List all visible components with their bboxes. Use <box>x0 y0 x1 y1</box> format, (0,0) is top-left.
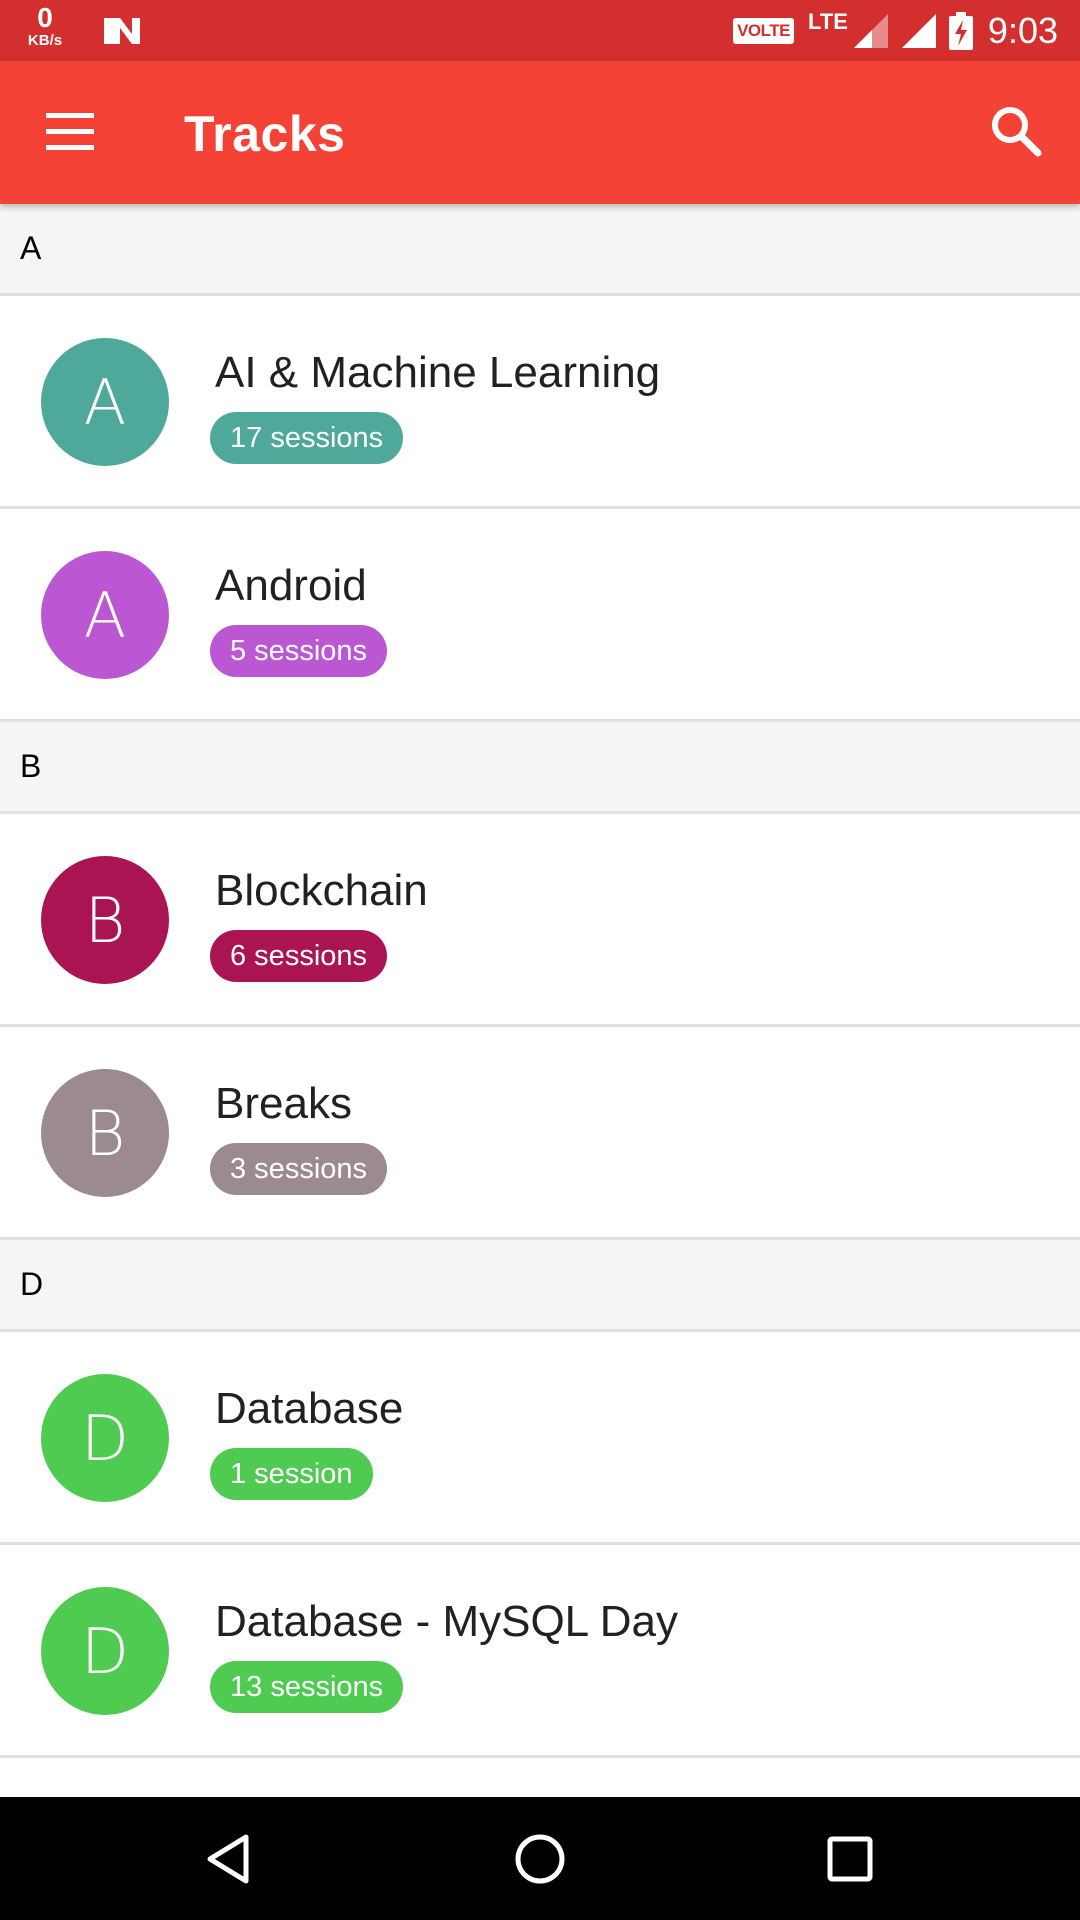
track-avatar: B <box>41 856 169 984</box>
track-avatar: A <box>41 338 169 466</box>
section-letter: B <box>20 748 42 784</box>
hamburger-menu-icon[interactable] <box>40 105 102 161</box>
session-count-badge: 6 sessions <box>210 930 388 982</box>
tracks-screen: 0 KB/s VOLTE LTE 9:03 Tracks A A AI & Ma… <box>0 0 1080 1920</box>
battery-charging-icon <box>948 11 973 50</box>
signal-weak-icon <box>853 13 888 48</box>
section-header-d: D <box>0 1240 1080 1332</box>
track-name: Android <box>215 561 367 610</box>
section-letter: A <box>20 230 42 266</box>
track-row-blockchain[interactable]: B Blockchain 6 sessions <box>0 814 1080 1027</box>
track-name: Database - MySQL Day <box>215 1597 678 1646</box>
network-speed-indicator: 0 KB/s <box>20 2 70 49</box>
signal-strong-icon <box>901 13 936 48</box>
section-header-a: A <box>0 204 1080 296</box>
app-bar: Tracks <box>0 61 1080 204</box>
track-name: Blockchain <box>215 866 428 915</box>
track-avatar: B <box>41 1069 169 1197</box>
back-triangle-icon[interactable] <box>198 1827 262 1891</box>
track-name: Breaks <box>215 1079 352 1128</box>
session-count-badge: 13 sessions <box>210 1661 404 1713</box>
system-nav-bar <box>0 1797 1080 1920</box>
search-icon[interactable] <box>986 101 1046 161</box>
track-avatar: D <box>41 1374 169 1502</box>
session-count-badge: 3 sessions <box>210 1143 388 1195</box>
home-circle-icon[interactable] <box>508 1827 572 1891</box>
recents-square-icon[interactable] <box>818 1827 882 1891</box>
track-row-ai-machine-learning[interactable]: A AI & Machine Learning 17 sessions <box>0 296 1080 509</box>
session-count-badge: 17 sessions <box>210 412 404 464</box>
network-speed-value: 0 <box>37 2 53 33</box>
track-row-android[interactable]: A Android 5 sessions <box>0 509 1080 722</box>
track-avatar: A <box>41 551 169 679</box>
track-name: AI & Machine Learning <box>215 348 661 397</box>
volte-badge: VOLTE <box>733 17 794 44</box>
network-type-label: LTE <box>808 8 848 34</box>
status-bar: 0 KB/s VOLTE LTE 9:03 <box>0 0 1080 61</box>
session-count-badge: 5 sessions <box>210 625 388 677</box>
clock: 9:03 <box>987 9 1058 51</box>
section-header-b: B <box>0 722 1080 814</box>
track-row-database-mysql-day[interactable]: D Database - MySQL Day 13 sessions <box>0 1545 1080 1758</box>
network-speed-unit: KB/s <box>27 32 63 49</box>
track-row-database[interactable]: D Database 1 session <box>0 1332 1080 1545</box>
page-title: Tracks <box>184 106 346 162</box>
track-name: Database <box>215 1384 404 1433</box>
session-count-badge: 1 session <box>210 1448 373 1500</box>
track-list: A A AI & Machine Learning 17 sessions A … <box>0 204 1080 1758</box>
track-row-breaks[interactable]: B Breaks 3 sessions <box>0 1027 1080 1240</box>
track-avatar: D <box>41 1587 169 1715</box>
section-letter: D <box>20 1266 44 1302</box>
notification-n-icon <box>104 18 140 44</box>
